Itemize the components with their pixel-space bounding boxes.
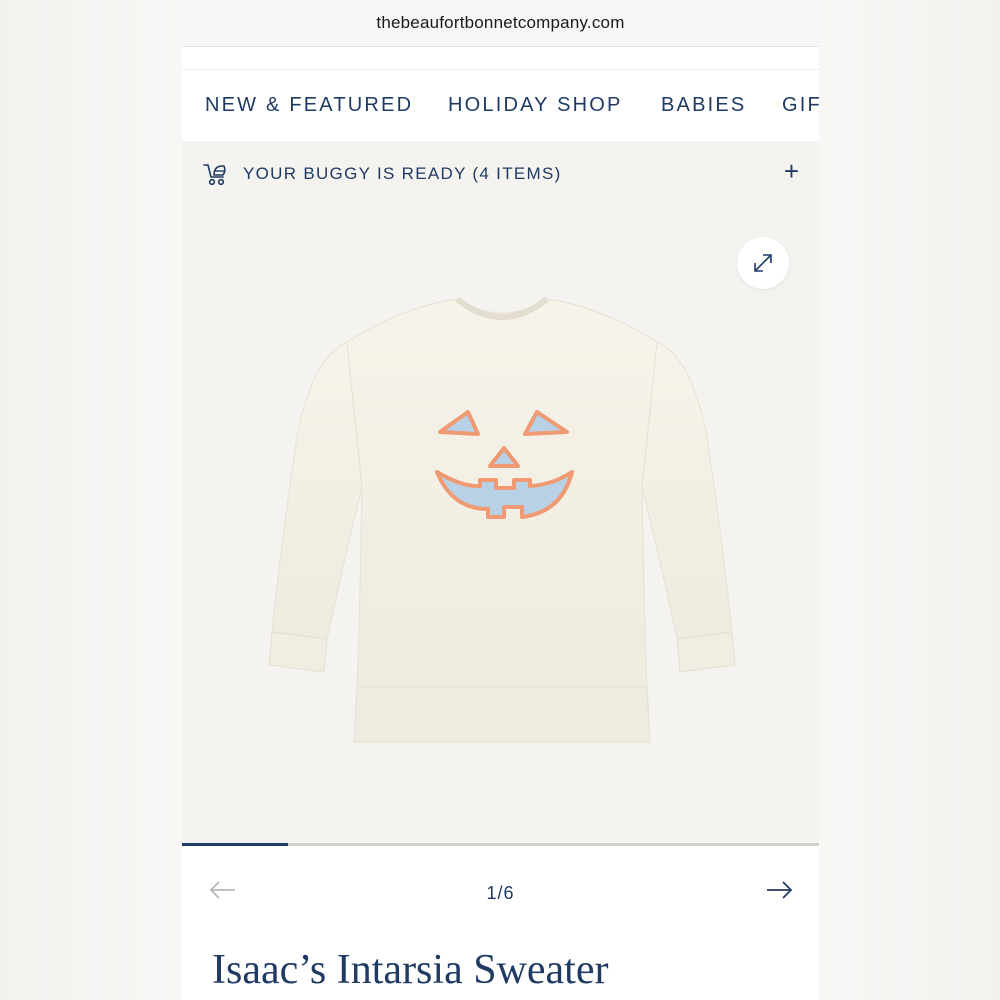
product-image-sweater bbox=[268, 296, 736, 743]
buggy-status-text: YOUR BUGGY IS READY (4 ITEMS) bbox=[243, 164, 562, 183]
expand-image-button[interactable] bbox=[737, 237, 789, 289]
plus-icon[interactable]: + bbox=[784, 158, 799, 184]
product-title: Isaac’s Intarsia Sweater bbox=[212, 947, 609, 993]
expand-arrows-icon bbox=[754, 254, 772, 272]
stroller-icon bbox=[203, 164, 226, 186]
nav-item-new-featured[interactable]: NEW & FEATURED bbox=[205, 94, 413, 117]
background-left bbox=[0, 0, 182, 1000]
phone-screen: thebeaufortbonnetcompany.com NEW & FEATU… bbox=[182, 0, 819, 1000]
main-navigation: NEW & FEATURED HOLIDAY SHOP BABIES GIF bbox=[182, 70, 819, 140]
nav-item-holiday-shop[interactable]: HOLIDAY SHOP bbox=[448, 94, 623, 117]
header-strip bbox=[182, 47, 819, 70]
nav-item-gifts[interactable]: GIF bbox=[782, 94, 819, 117]
gallery-counter: 1/6 bbox=[486, 883, 515, 903]
url-text[interactable]: thebeaufortbonnetcompany.com bbox=[182, 13, 819, 33]
arrow-right-icon[interactable] bbox=[764, 879, 794, 901]
background-right bbox=[819, 0, 1000, 1000]
browser-address-bar[interactable]: thebeaufortbonnetcompany.com bbox=[182, 0, 819, 47]
buggy-banner[interactable]: YOUR BUGGY IS READY (4 ITEMS) + bbox=[182, 141, 819, 207]
product-image-gallery[interactable] bbox=[182, 207, 819, 843]
nav-item-babies[interactable]: BABIES bbox=[661, 94, 746, 117]
gallery-pager: 1/6 bbox=[182, 846, 819, 940]
product-title-area: Isaac’s Intarsia Sweater bbox=[182, 940, 819, 1000]
